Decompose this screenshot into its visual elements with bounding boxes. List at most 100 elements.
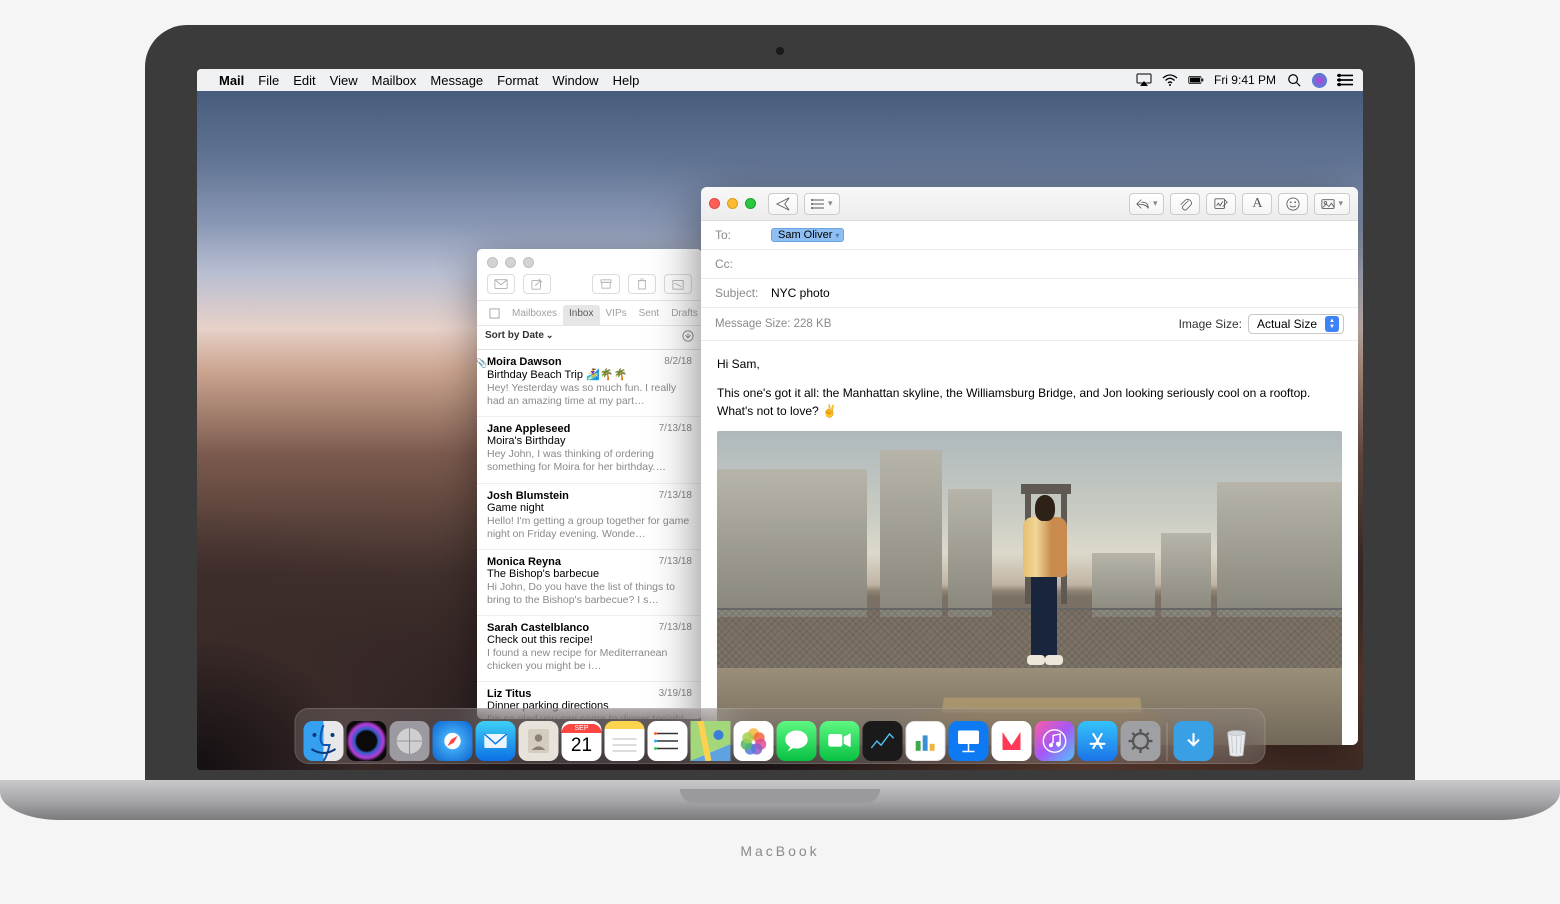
dock-downloads[interactable] [1174,721,1214,761]
sort-label: Sort by Date [485,330,544,341]
mail-preview: I found a new recipe for Mediterranean c… [487,647,692,673]
zoom-button[interactable] [745,198,756,209]
menu-message[interactable]: Message [430,73,483,88]
tab-vips[interactable]: VIPs [600,305,633,325]
tab-sent[interactable]: Sent [633,305,666,325]
dock-calendar[interactable]: SEP21 [562,721,602,761]
spotlight-icon[interactable] [1286,73,1302,87]
tab-inbox[interactable]: Inbox [563,305,599,325]
mail-items-list: 📎Moira Dawson8/2/18Birthday Beach Trip 🏄… [477,350,702,719]
dock-news[interactable] [992,721,1032,761]
mail-item[interactable]: Josh Blumstein7/13/18Game nightHello! I'… [477,484,702,550]
minimize-button[interactable] [727,198,738,209]
mail-item[interactable]: Jane Appleseed7/13/18Moira's BirthdayHey… [477,417,702,483]
mailbox-tabs: Mailboxes Inbox VIPs Sent Drafts [477,301,702,326]
battery-icon[interactable] [1188,73,1204,87]
delete-button[interactable] [628,274,656,294]
menu-mailbox[interactable]: Mailbox [372,73,417,88]
mail-date: 8/2/18 [664,356,692,367]
dock-siri[interactable] [347,721,387,761]
filter-icon[interactable] [682,330,694,345]
emoji-button[interactable] [1278,193,1308,215]
camera-icon [776,47,784,55]
attached-photo[interactable] [717,431,1342,745]
compose-button[interactable] [523,274,551,294]
dock-keynote[interactable] [949,721,989,761]
dock-finder[interactable] [304,721,344,761]
sort-header[interactable]: Sort by Date⌄ [477,326,702,350]
msg-size-value: 228 KB [794,318,832,330]
mail-subject: Game night [487,502,692,514]
header-fields-button[interactable] [804,193,840,215]
menu-format[interactable]: Format [497,73,538,88]
airplay-icon[interactable] [1136,73,1152,87]
attach-button[interactable] [1170,193,1200,215]
to-label: To: [715,228,771,242]
photo-browser-button[interactable] [1314,193,1350,215]
dock-messages[interactable] [777,721,817,761]
building-icon [1217,482,1342,616]
reply-button[interactable] [1129,193,1165,215]
tab-mailboxes[interactable]: Mailboxes [506,305,563,325]
compose-body[interactable]: Hi Sam, This one's got it all: the Manha… [701,341,1358,745]
mail-item[interactable]: 📎Moira Dawson8/2/18Birthday Beach Trip 🏄… [477,350,702,417]
zoom-button[interactable] [523,257,534,268]
format-button[interactable]: A [1242,193,1272,215]
calendar-month: SEP [562,724,602,733]
mail-toolbar [477,272,702,301]
dock-reminders[interactable] [648,721,688,761]
menubar-clock[interactable]: Fri 9:41 PM [1214,73,1276,87]
close-button[interactable] [709,198,720,209]
person-figure [1017,481,1071,661]
image-size-select[interactable]: Actual Size ▲▼ [1248,314,1344,334]
close-button[interactable] [487,257,498,268]
subject-field[interactable]: Subject: NYC photo [701,279,1358,308]
menubar-app-name[interactable]: Mail [219,73,244,88]
dock-trash[interactable] [1217,721,1257,761]
dock-launchpad[interactable] [390,721,430,761]
dock-itunes[interactable] [1035,721,1075,761]
menu-edit[interactable]: Edit [293,73,315,88]
send-button[interactable] [768,193,798,215]
traffic-lights [709,198,762,209]
dock-maps[interactable] [691,721,731,761]
get-mail-button[interactable] [487,274,515,294]
mail-date: 7/13/18 [659,622,692,633]
cc-field[interactable]: Cc: [701,250,1358,279]
menu-help[interactable]: Help [613,73,640,88]
dock-notes[interactable] [605,721,645,761]
dock-safari[interactable] [433,721,473,761]
junk-button[interactable] [664,274,692,294]
menu-view[interactable]: View [330,73,358,88]
to-field[interactable]: To: Sam Oliver [701,221,1358,250]
dock-photos[interactable] [734,721,774,761]
traffic-lights-inactive [477,249,702,272]
minimize-button[interactable] [505,257,516,268]
dock-facetime[interactable] [820,721,860,761]
menu-file[interactable]: File [258,73,279,88]
dock-system-preferences[interactable] [1121,721,1161,761]
mail-item[interactable]: Sarah Castelblanco7/13/18Check out this … [477,616,702,682]
dock-contacts[interactable] [519,721,559,761]
menubar: Mail File Edit View Mailbox Message Form… [197,69,1363,91]
dock-mail[interactable] [476,721,516,761]
wifi-icon[interactable] [1162,73,1178,87]
dock-numbers[interactable] [906,721,946,761]
tab-hide[interactable] [483,305,506,325]
mail-item[interactable]: Monica Reyna7/13/18The Bishop's barbecue… [477,550,702,616]
archive-button[interactable] [592,274,620,294]
mail-inbox-window: Mailboxes Inbox VIPs Sent Drafts Sort by… [477,249,702,719]
tab-drafts[interactable]: Drafts [665,305,702,325]
markup-button[interactable] [1206,193,1236,215]
macbook-notch [680,789,880,803]
dock-appstore[interactable] [1078,721,1118,761]
mail-date: 7/13/18 [659,490,692,501]
menu-window[interactable]: Window [552,73,598,88]
siri-icon[interactable] [1312,73,1327,88]
mail-from: Moira Dawson [487,356,692,368]
macbook-label: MacBook [0,843,1560,859]
dock-stocks[interactable] [863,721,903,761]
building-icon [1161,533,1211,616]
notification-center-icon[interactable] [1337,73,1353,87]
to-recipient-token[interactable]: Sam Oliver [771,228,844,242]
